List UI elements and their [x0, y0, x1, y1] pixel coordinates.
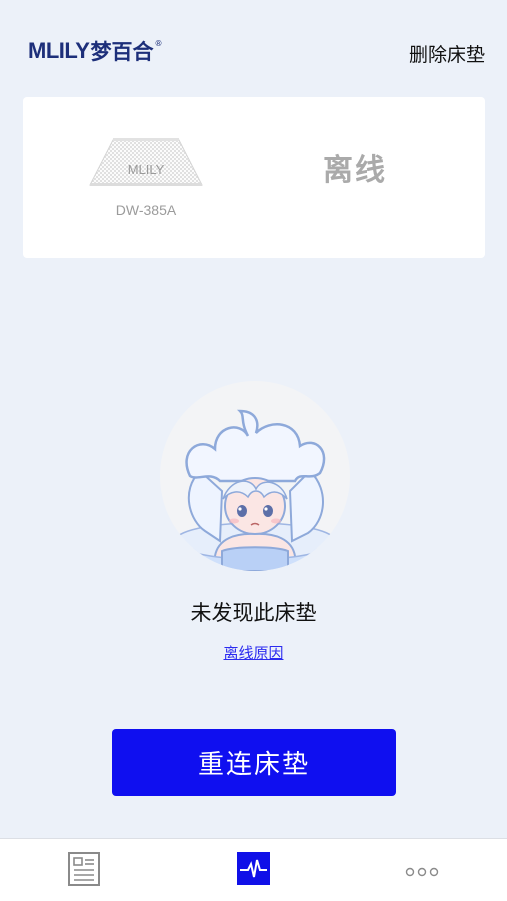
sleeping-girl-illustration	[160, 381, 350, 571]
connection-status: 离线	[323, 153, 387, 188]
brand-logo-cn: 梦百合	[90, 40, 154, 64]
more-dots-icon	[405, 867, 439, 877]
brand-logo-latin: MLILY	[28, 38, 90, 63]
delete-mattress-button[interactable]: 删除床垫	[409, 40, 485, 67]
tab-monitor[interactable]	[237, 852, 270, 889]
device-card[interactable]: MLILY DW-385A 离线	[23, 97, 485, 258]
offline-reason-link[interactable]: 离线原因	[223, 644, 283, 662]
mattress-icon: MLILY	[89, 137, 203, 187]
reconnect-mattress-button[interactable]: 重连床垫	[112, 729, 396, 796]
registered-mark: ®	[154, 38, 163, 48]
tab-report[interactable]	[68, 852, 100, 890]
status-message: 未发现此床垫	[190, 601, 317, 625]
device-model: DW-385A	[115, 202, 177, 218]
tab-more[interactable]	[405, 863, 439, 882]
brand-logo: MLILY 梦百合 ®	[28, 36, 162, 66]
mattress-brand-text: MLILY	[128, 162, 165, 177]
offline-reason-wrap: 离线原因	[0, 642, 507, 663]
document-icon	[68, 852, 100, 886]
header: MLILY 梦百合 ® 删除床垫	[0, 0, 507, 90]
tab-bar	[0, 838, 507, 901]
heartbeat-icon	[237, 852, 270, 885]
